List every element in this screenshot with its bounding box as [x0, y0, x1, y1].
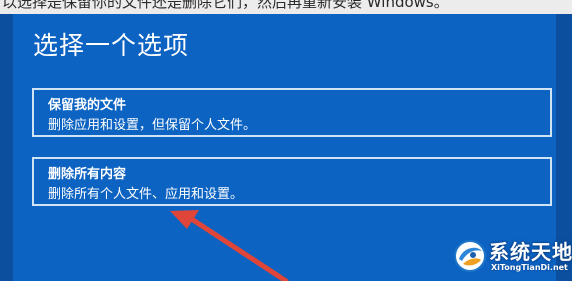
background-window-strip: 以选择是保留你的文件还是删除它们，然后再重新安装 Windows。 — [0, 0, 572, 14]
watermark-name: 系统天地 — [489, 240, 572, 264]
dialog-left-edge — [0, 14, 13, 281]
keep-my-files-option[interactable]: 保留我的文件 删除应用和设置，但保留个人文件。 — [32, 88, 552, 137]
remove-everything-description: 删除所有个人文件、应用和设置。 — [48, 187, 244, 202]
keep-my-files-description: 删除应用和设置，但保留个人文件。 — [48, 118, 257, 133]
remove-everything-option[interactable]: 删除所有内容 删除所有个人文件、应用和设置。 — [32, 157, 552, 206]
remove-everything-title: 删除所有内容 — [48, 167, 127, 182]
watermark-url: XiTongTianDi.net — [491, 263, 568, 272]
watermark-logo-icon — [454, 240, 486, 272]
dialog-title: 选择一个选项 — [33, 31, 190, 60]
background-instruction-text: 以选择是保留你的文件还是删除它们，然后再重新安装 Windows。 — [2, 0, 449, 11]
site-watermark: 系统天地 XiTongTianDi.net — [449, 233, 572, 281]
keep-my-files-title: 保留我的文件 — [48, 98, 127, 113]
